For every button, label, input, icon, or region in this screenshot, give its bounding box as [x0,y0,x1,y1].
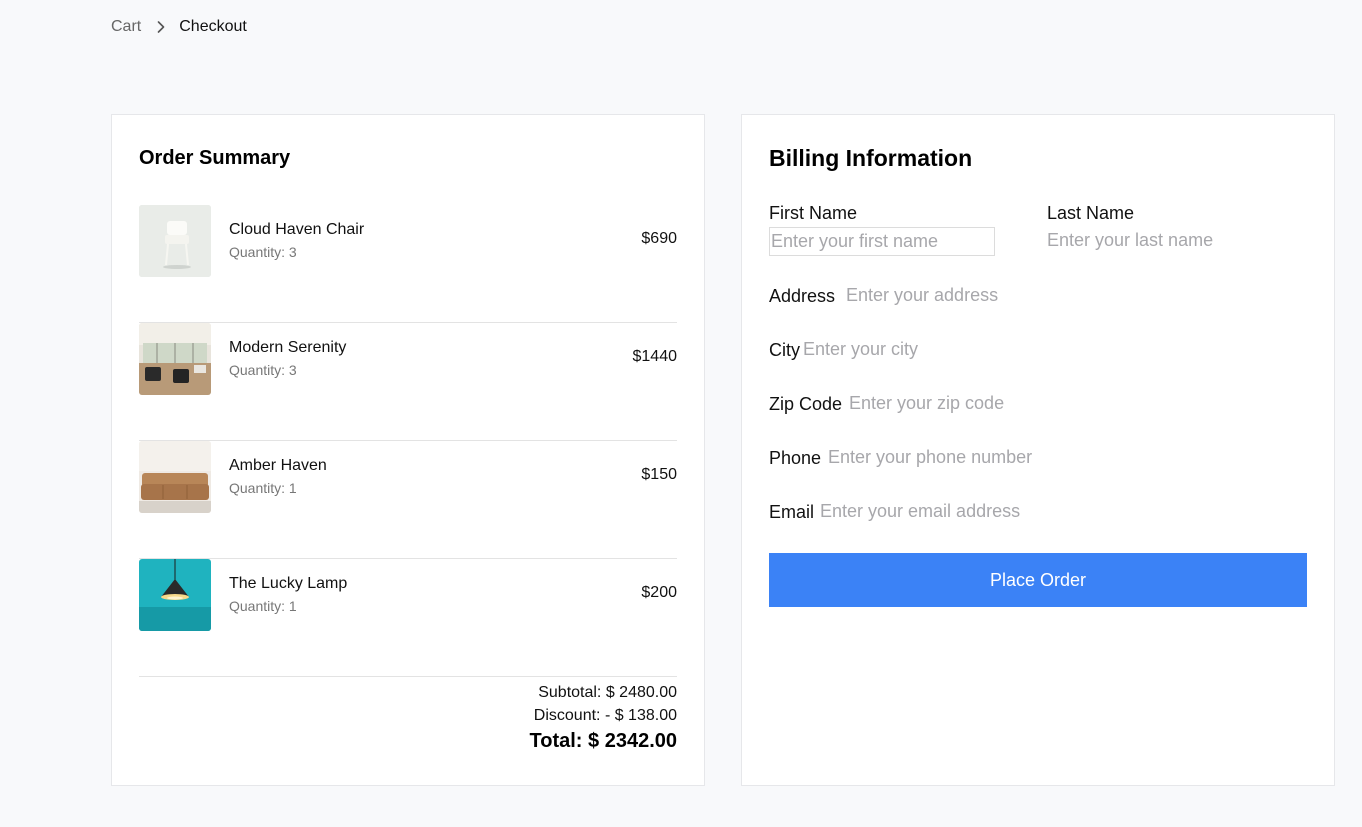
living-room-image [139,323,211,395]
billing-panel: Billing Information First Name Last Name… [741,114,1335,786]
order-item: Cloud Haven Chair Quantity: 3 $690 [139,205,677,323]
white-chair-image [139,205,211,277]
place-order-button[interactable]: Place Order [769,553,1307,607]
address-input[interactable] [846,282,1076,309]
order-item: Amber Haven Quantity: 1 $150 [139,441,677,559]
email-input[interactable] [820,498,1060,525]
chevron-right-icon [157,21,165,33]
item-price: $1440 [632,348,678,365]
phone-input[interactable] [828,444,1054,471]
order-total: Total: $ 2342.00 [529,730,677,752]
zip-code-label: Zip Code [769,394,843,414]
phone-label: Phone [769,448,822,468]
breadcrumb-cart-link[interactable]: Cart [111,18,141,36]
item-quantity: Quantity: 1 [229,480,297,496]
first-name-input[interactable] [769,227,995,256]
item-name: Cloud Haven Chair [229,221,365,238]
first-name-label: First Name [769,203,858,223]
city-label: City [769,340,800,360]
tan-sofa-image [139,441,211,513]
item-price: $150 [641,466,677,483]
last-name-label: Last Name [1047,203,1135,223]
order-summary-title: Order Summary [139,147,291,169]
item-name: Amber Haven [229,457,327,474]
item-price: $690 [641,230,677,247]
breadcrumb-current: Checkout [179,18,247,35]
item-quantity: Quantity: 1 [229,598,297,614]
subtotal: Subtotal: $ 2480.00 [538,684,677,701]
item-price: $200 [641,584,677,601]
billing-title: Billing Information [769,145,973,171]
zip-code-input[interactable] [849,390,1079,417]
order-item: Modern Serenity Quantity: 3 $1440 [139,323,677,441]
item-quantity: Quantity: 3 [229,362,297,378]
breadcrumb: Cart Checkout [111,18,247,36]
email-label: Email [769,502,815,522]
item-quantity: Quantity: 3 [229,244,297,260]
order-items-list: Cloud Haven Chair Quantity: 3 $690 Moder… [139,205,677,677]
order-totals: Subtotal: $ 2480.00 Discount: - $ 138.00… [530,681,677,753]
order-summary-panel: Order Summary Cloud Haven Chair Quantity… [111,114,705,786]
item-name: Modern Serenity [229,339,347,356]
item-name: The Lucky Lamp [229,575,348,592]
discount: Discount: - $ 138.00 [533,707,677,724]
last-name-input[interactable] [1047,227,1277,254]
pendant-lamp-image [139,559,211,631]
city-input[interactable] [803,336,1033,363]
address-label: Address [769,286,836,306]
order-item: The Lucky Lamp Quantity: 1 $200 [139,559,677,677]
